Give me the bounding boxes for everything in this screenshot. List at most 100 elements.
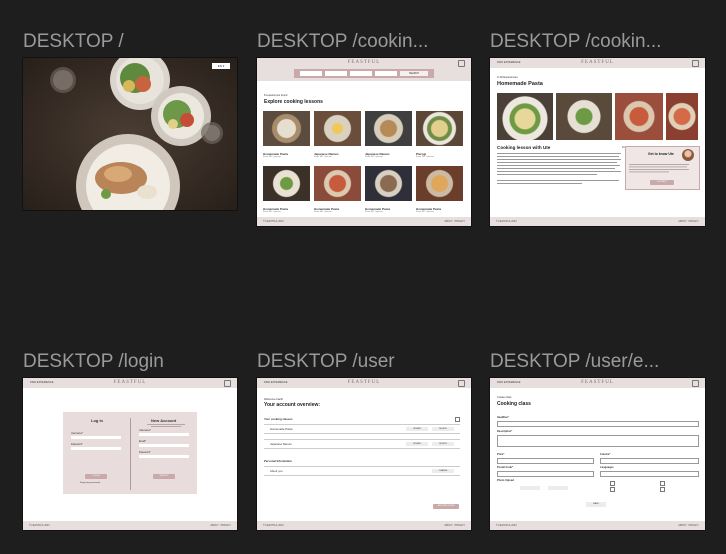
description-field[interactable]: [497, 435, 699, 447]
delete-button[interactable]: DELETE: [432, 427, 454, 431]
username-field[interactable]: [71, 436, 121, 439]
lesson-image: [314, 166, 361, 201]
frame-desktop-user-edit[interactable]: FIND EXPERIENCE FEASTFUL Create class Co…: [490, 378, 705, 530]
new-account-title: New Account: [151, 418, 177, 423]
lesson-card[interactable]: Japanese Ramen From 30€ / person: [365, 111, 412, 161]
lesson-card[interactable]: Homemade Pasta From 30€ / person: [416, 166, 463, 216]
lesson-image: [416, 111, 463, 146]
lesson-image: [416, 166, 463, 201]
nav-find-experience[interactable]: FIND EXPERIENCE: [30, 381, 54, 384]
filter-select[interactable]: [325, 71, 347, 76]
user-icon[interactable]: [458, 60, 465, 67]
frame-desktop-cooking-lesson-detail[interactable]: FIND EXPERIENCE FEASTFUL In All Experien…: [490, 58, 705, 226]
frame-label[interactable]: DESKTOP /cookin...: [490, 31, 700, 53]
option-checkbox[interactable]: [610, 481, 615, 486]
lesson-meta: From 30€ / person: [416, 156, 434, 158]
frame-desktop-login[interactable]: FIND EXPERIENCE FEASTFUL Log in Username…: [23, 378, 237, 530]
nav-find-experience[interactable]: FIND EXPERIENCE: [497, 61, 521, 64]
filter-select[interactable]: [350, 71, 372, 76]
password-field[interactable]: [71, 447, 121, 450]
nav-find-experience[interactable]: FIND EXPERIENCE: [264, 381, 288, 384]
class-row[interactable]: Japanese Ramen UPDATE DELETE: [264, 439, 460, 449]
footer-copyright: © FEASTFUL 2023: [263, 220, 284, 223]
languages-select[interactable]: [600, 471, 699, 477]
footer-about-link[interactable]: ABOUT: [678, 220, 686, 223]
login-button[interactable]: LOGIN: [85, 474, 107, 479]
lesson-card[interactable]: Japanese Ramen From 30€ / person: [314, 111, 361, 161]
footer: © FEASTFUL 2023 ABOUT PRIVACY: [23, 521, 237, 530]
new-password-label: Password*: [139, 451, 151, 454]
footer-about-link[interactable]: ABOUT: [444, 220, 452, 223]
logo[interactable]: FEASTFUL: [114, 380, 147, 385]
upload-button[interactable]: [520, 486, 540, 490]
user-icon[interactable]: [224, 380, 231, 387]
lesson-card[interactable]: Homemade Pasta From 30€ / person: [365, 166, 412, 216]
option-checkbox[interactable]: [660, 487, 665, 492]
lesson-card[interactable]: Homemade Pasta From 30€ / person: [314, 166, 361, 216]
lesson-card[interactable]: Homemade Pasta From 30€ / person: [263, 166, 310, 216]
breadcrumb[interactable]: In All Experiences: [497, 76, 518, 79]
user-icon[interactable]: [458, 380, 465, 387]
update-button[interactable]: UPDATE: [406, 427, 428, 431]
filter-input[interactable]: [375, 71, 397, 76]
lesson-card[interactable]: Pierogi From 30€ / person: [416, 111, 463, 161]
footer-privacy-link[interactable]: PRIVACY: [455, 220, 465, 223]
search-bar: SEARCH: [294, 69, 434, 78]
frame-label[interactable]: DESKTOP /user/e...: [490, 351, 700, 373]
delete-button[interactable]: DELETE: [432, 442, 454, 446]
class-row[interactable]: Homemade Pasta UPDATE DELETE: [264, 424, 460, 434]
save-button[interactable]: SAVE: [586, 502, 606, 507]
filter-select[interactable]: [300, 71, 322, 76]
update-button[interactable]: UPDATE: [406, 442, 428, 446]
contact-button[interactable]: CONTACT: [650, 180, 674, 185]
logo[interactable]: FEASTFUL: [348, 60, 381, 65]
signup-button[interactable]: SIGN UP: [153, 474, 175, 479]
upload-button[interactable]: [548, 486, 568, 490]
footer-privacy-link[interactable]: PRIVACY: [455, 524, 465, 527]
language-button[interactable]: EN ▾: [212, 63, 230, 69]
email-field[interactable]: [139, 444, 189, 447]
footer-about-link[interactable]: ABOUT: [678, 524, 686, 527]
frame-label[interactable]: DESKTOP /cookin...: [257, 31, 467, 53]
user-icon[interactable]: [692, 60, 699, 67]
user-icon[interactable]: [692, 380, 699, 387]
new-password-field[interactable]: [139, 455, 189, 458]
option-checkbox[interactable]: [610, 487, 615, 492]
about-row[interactable]: About you CHANGE: [264, 466, 460, 476]
breadcrumb[interactable]: Create class: [497, 396, 511, 399]
footer-links: ABOUT PRIVACY: [444, 524, 465, 527]
footer-links: ABOUT PRIVACY: [210, 524, 231, 527]
footer-privacy-link[interactable]: PRIVACY: [689, 220, 699, 223]
frame-desktop-cooking-lessons[interactable]: FEASTFUL SEARCH 8 experiences found Expl…: [257, 58, 471, 226]
logo[interactable]: FEASTFUL: [581, 380, 614, 385]
new-username-field[interactable]: [139, 433, 189, 436]
cuisine-select[interactable]: [600, 458, 699, 464]
nav-find-experience[interactable]: FIND EXPERIENCE: [497, 381, 521, 384]
lesson-photo: [615, 93, 663, 140]
frame-label[interactable]: DESKTOP /user: [257, 351, 467, 373]
footer-privacy-link[interactable]: PRIVACY: [689, 524, 699, 527]
headline-field[interactable]: [497, 421, 699, 427]
change-button[interactable]: CHANGE: [432, 469, 454, 473]
logo[interactable]: FEASTFUL: [348, 380, 381, 385]
header-bar: FIND EXPERIENCE FEASTFUL: [23, 378, 237, 388]
frame-desktop-home[interactable]: EN ▾: [23, 58, 237, 210]
lesson-meta: From 30€ / person: [416, 211, 434, 213]
option-checkbox[interactable]: [660, 481, 665, 486]
lesson-card[interactable]: Homemade Pasta From 30€ / person: [263, 111, 310, 161]
frame-label[interactable]: DESKTOP /login: [23, 351, 233, 373]
lesson-meta: From 30€ / person: [263, 211, 281, 213]
footer-copyright: © FEASTFUL 2023: [496, 524, 517, 527]
footer-privacy-link[interactable]: PRIVACY: [221, 524, 231, 527]
frame-label[interactable]: DESKTOP /: [23, 31, 233, 53]
search-button[interactable]: SEARCH: [400, 71, 428, 76]
logo[interactable]: FEASTFUL: [581, 60, 614, 65]
footer-about-link[interactable]: ABOUT: [444, 524, 452, 527]
add-class-button[interactable]: ADD NEW CLASS: [433, 504, 459, 509]
forgot-password-link[interactable]: Forgot my password: [80, 482, 100, 484]
postal-field[interactable]: [497, 471, 594, 477]
footer-about-link[interactable]: ABOUT: [210, 524, 218, 527]
frame-desktop-user[interactable]: FIND EXPERIENCE FEASTFUL Welcome back! Y…: [257, 378, 471, 530]
add-icon[interactable]: [455, 417, 460, 422]
price-field[interactable]: [497, 458, 594, 464]
